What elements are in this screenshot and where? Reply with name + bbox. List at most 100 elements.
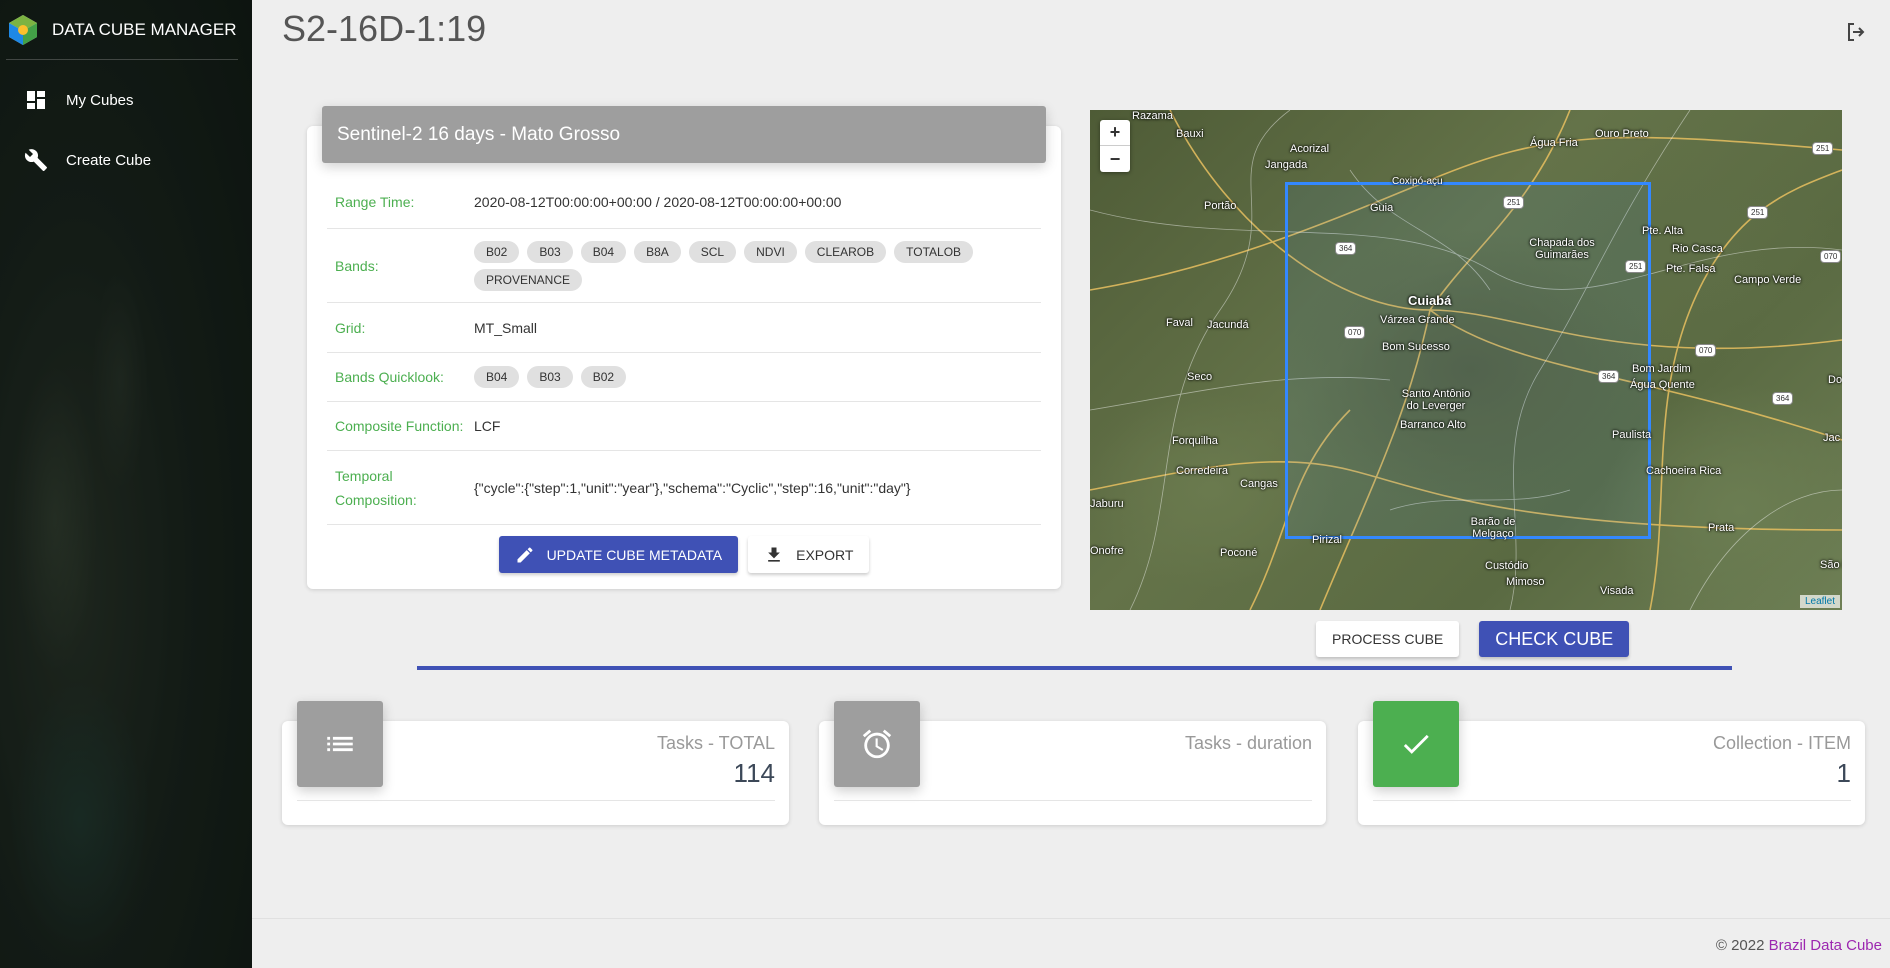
composite-value: LCF [474,418,501,434]
map-label: Água Fria [1530,137,1578,149]
cube-bbox-overlay[interactable] [1285,182,1651,539]
band-chip: B8A [634,240,681,263]
pencil-icon [517,546,533,562]
map-label: Portão [1204,200,1237,212]
stat-value: 114 [733,758,775,788]
stat-icon-box [834,701,920,787]
stat-icon-box [1373,701,1459,787]
list-icon [327,736,353,752]
bands-label: Bands: [335,257,379,274]
row-composite-function: Composite Function: LCF [327,402,1041,451]
band-chip: CLEAROB [804,240,887,263]
page-title: S2-16D-1:19 [282,8,487,49]
stat-divider [1373,800,1851,801]
road-shield: 070 [1344,326,1366,339]
map-label: Cangas [1240,478,1278,490]
copyright: © 2022 [1715,937,1769,954]
zoom-out-button[interactable]: − [1100,146,1130,172]
map-label: Jaburu [1090,498,1124,510]
sidebar-item-create-cube[interactable]: Create Cube [0,140,252,180]
map-label: Paulista [1612,429,1652,441]
map-label: Bauxi [1176,128,1204,140]
band-chip: B04 [580,240,627,263]
map-label: Água Quente [1630,379,1695,391]
band-chip: B03 [527,240,573,263]
map-label: Seco [1187,371,1213,383]
road-shield: 251 [1812,142,1834,155]
brazil-data-cube-link[interactable]: Brazil Data Cube [1769,937,1882,954]
map-label: Onofre [1090,545,1124,557]
temporal-label: Temporal Composition: [335,467,417,508]
row-bands: Bands: B02 B03 B04 B8A SCL NDVI CLEAROB … [327,229,1041,303]
map-label: Visada [1600,585,1634,597]
row-range-time: Range Time: 2020-08-12T00:00:00+00:00 / … [327,176,1041,229]
wrench-icon [24,149,47,171]
check-cube-button[interactable]: CHECK CUBE [1479,621,1630,657]
grid-label: Grid: [335,319,366,336]
road-shield: 251 [1747,206,1769,219]
map-label: Custódio [1485,560,1529,572]
map-label: Forquilha [1172,435,1218,447]
check-icon [1403,734,1429,754]
map-label: Rio Casca [1672,243,1723,255]
row-grid: Grid: MT_Small [327,303,1041,353]
road-shield: 251 [1503,196,1525,209]
map-label: Guia [1370,202,1394,214]
stat-card-tasks-total: Tasks - TOTAL 114 [282,701,789,825]
quicklook-chips: B04 B03 B02 [470,353,1041,401]
map-label: Jac [1823,432,1841,444]
road-shield: 364 [1598,370,1620,383]
stat-divider [834,800,1312,801]
map-label: Cuiabá [1408,293,1452,308]
map-label: Prata [1708,522,1735,534]
map-label: Pirizal [1312,534,1342,546]
map-label: Pte. Falsa [1666,263,1716,275]
sidebar-nav: My Cubes Create Cube [0,80,252,180]
map-label: Bom Sucesso [1382,341,1450,353]
update-metadata-button[interactable]: UPDATE CUBE METADATA [498,536,739,573]
sidebar-item-my-cubes[interactable]: My Cubes [0,80,252,120]
map-label: Faval [1166,317,1193,329]
map-label: Acorizal [1290,143,1330,155]
zoom-control: + − [1100,120,1130,172]
stat-icon-box [297,701,383,787]
cube-info-table: Range Time: 2020-08-12T00:00:00+00:00 / … [327,176,1041,525]
map-label: Chapada dos Guimarães [1529,237,1595,261]
divider [417,666,1732,670]
map-attribution[interactable]: Leaflet [1799,595,1840,608]
export-button[interactable]: EXPORT [748,536,870,573]
road-shield: 364 [1772,392,1794,405]
map-label: Mimoso [1506,576,1545,588]
brand[interactable]: DATA CUBE MANAGER [6,0,238,60]
map-label: Jangada [1265,159,1308,171]
grid-value: MT_Small [474,319,538,336]
brand-title: DATA CUBE MANAGER [52,19,237,39]
stat-label: Tasks - duration [1184,733,1312,753]
band-chip: B02 [474,240,520,263]
road-shield: 251 [1625,260,1647,273]
map-label: São D [1820,559,1842,571]
cube-info-card: Sentinel-2 16 days - Mato Grosso Range T… [307,106,1061,589]
sidebar-item-label: My Cubes [66,91,134,109]
band-chip: TOTALOB [894,240,974,263]
main-panel: S2-16D-1:19 Sentinel-2 16 days - Mato Gr… [252,0,1890,968]
stat-label: Collection - ITEM [1712,733,1851,753]
range-time-value: 2020-08-12T00:00:00+00:00 / 2020-08-12T0… [474,194,842,210]
process-cube-button[interactable]: PROCESS CUBE [1316,621,1460,657]
bands-chips: B02 B03 B04 B8A SCL NDVI CLEAROB TOTALOB… [470,229,1041,302]
map[interactable]: Razama Bauxi Acorizal Jangada Coxipó-açu… [1090,110,1842,610]
alarm-clock-icon [862,729,892,759]
map-label: Corredeira [1176,465,1228,477]
stat-card-tasks-duration: Tasks - duration [819,701,1326,825]
stat-label: Tasks - TOTAL [656,733,775,753]
zoom-in-button[interactable]: + [1100,120,1130,146]
map-label: Do [1828,374,1842,386]
download-icon [768,547,780,562]
band-chip: B04 [474,366,520,388]
map-label: Coxipó-açu [1392,176,1443,187]
band-chip: NDVI [744,240,797,263]
sidebar-item-label: Create Cube [66,151,152,169]
map-label: Razama [1132,110,1173,122]
logout-icon[interactable] [1844,20,1868,44]
temporal-value: {"cycle":{"step":1,"unit":"year"},"schem… [474,479,911,496]
